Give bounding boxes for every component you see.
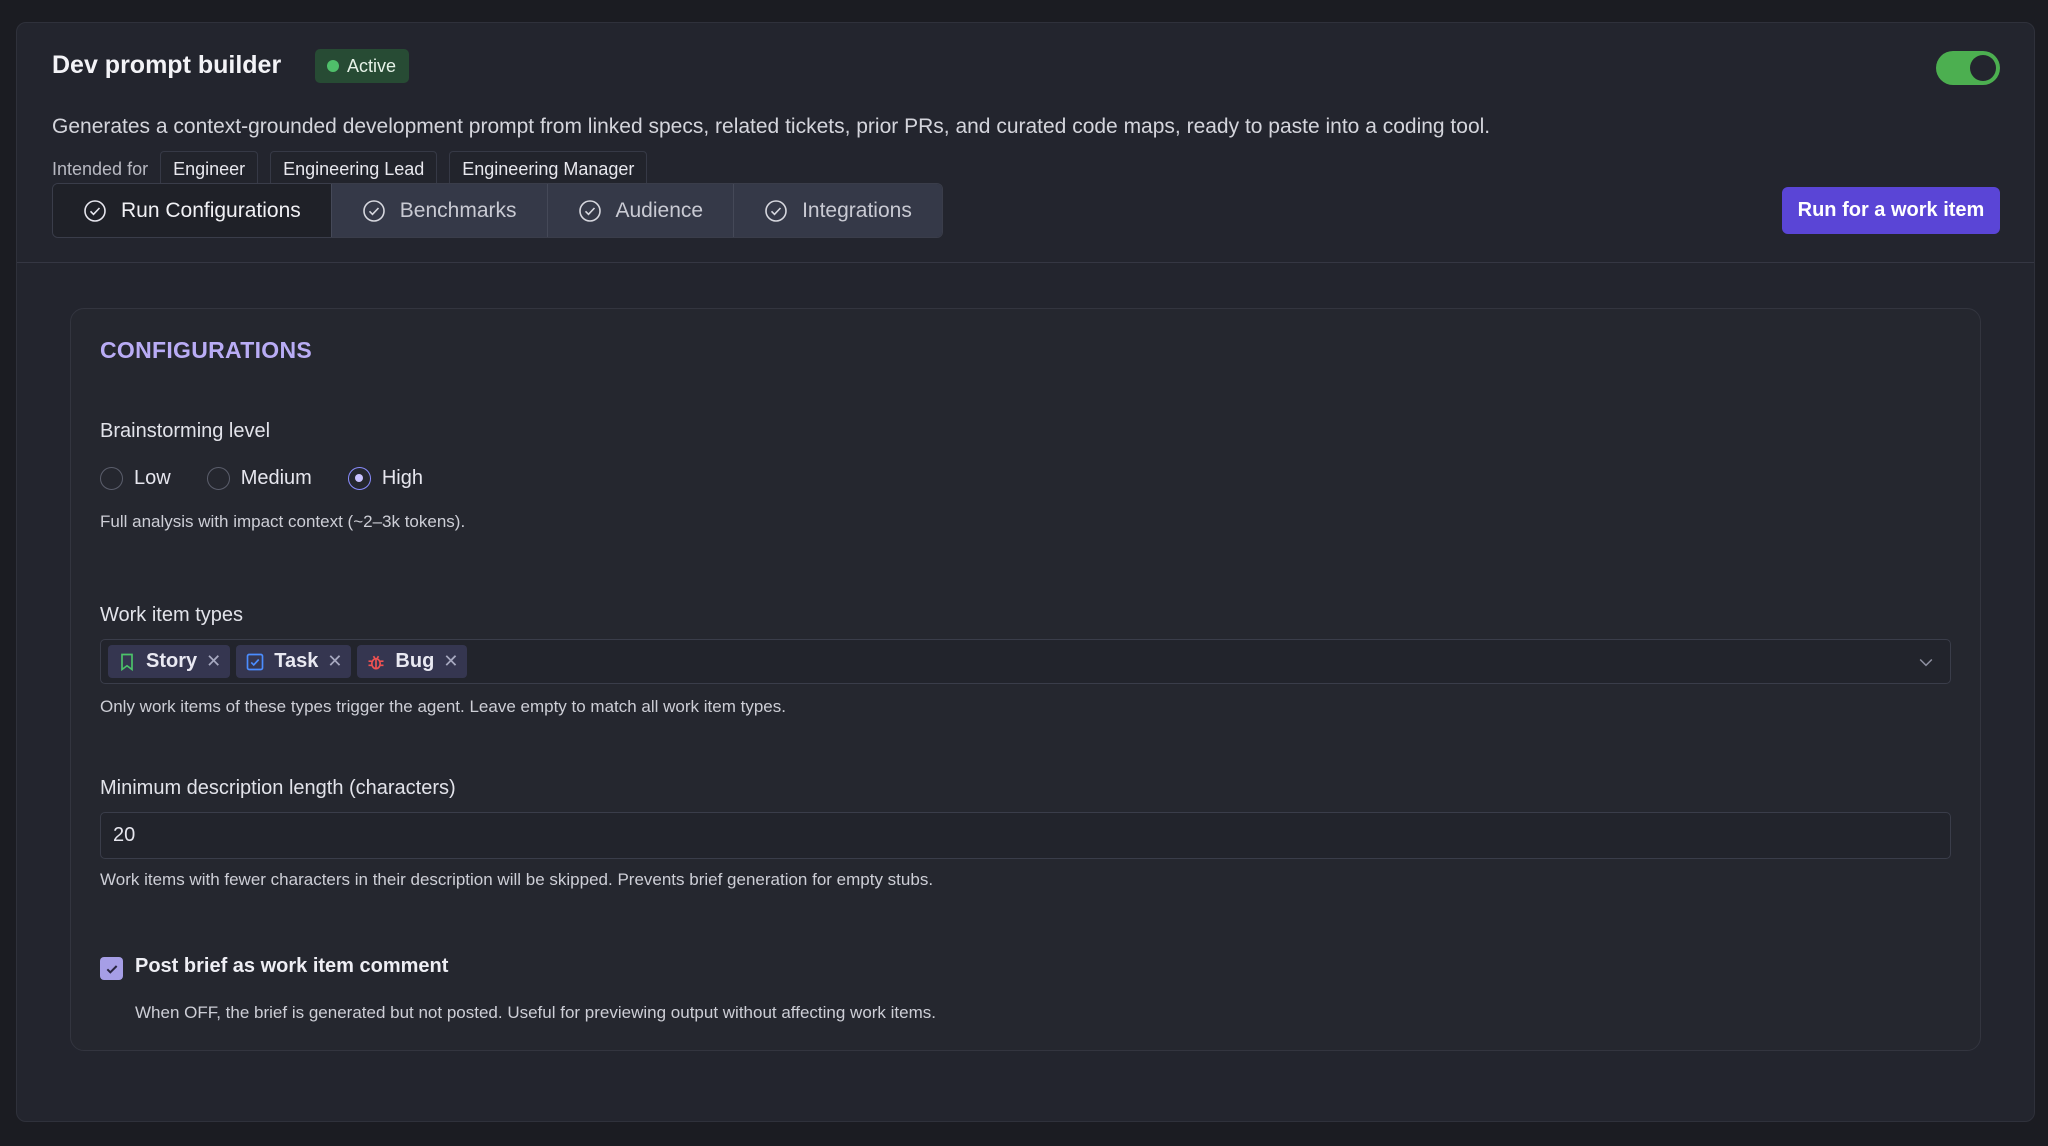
check-circle-icon bbox=[84, 199, 106, 222]
audience-chip: Engineer bbox=[160, 151, 259, 187]
tag-bug: Bug ✕ bbox=[357, 645, 468, 678]
work-item-types-select[interactable]: Story ✕ Task ✕ Bug ✕ bbox=[100, 639, 1951, 684]
post-comment-checkbox[interactable] bbox=[100, 957, 123, 980]
work-item-types-help: Only work items of these types trigger t… bbox=[100, 697, 786, 716]
min-length-help: Work items with fewer characters in thei… bbox=[100, 870, 934, 889]
work-item-types-label: Work item types bbox=[100, 604, 243, 626]
status-badge: Active bbox=[315, 49, 410, 83]
checkmark-icon bbox=[106, 964, 117, 974]
tab-integrations[interactable]: Integrations bbox=[733, 184, 942, 237]
bug-icon bbox=[368, 655, 384, 669]
check-circle-icon bbox=[362, 199, 385, 222]
post-comment-label: Post brief as work item comment bbox=[135, 955, 449, 977]
tag-task: Task ✕ bbox=[236, 645, 352, 678]
radio-high[interactable]: High bbox=[347, 467, 423, 490]
min-length-input[interactable]: 20 bbox=[100, 812, 1951, 859]
enable-toggle[interactable] bbox=[1936, 51, 2000, 85]
audience-chip: Engineering Lead bbox=[270, 151, 438, 187]
intended-for-label: Intended for bbox=[52, 158, 149, 179]
post-comment-help: When OFF, the brief is generated but not… bbox=[135, 1003, 936, 1022]
tab-label: Benchmarks bbox=[399, 198, 517, 222]
checkbox-icon bbox=[246, 653, 264, 670]
min-length-label: Minimum description length (characters) bbox=[100, 777, 456, 799]
tag-label: Story bbox=[146, 650, 198, 672]
page-title: Dev prompt builder bbox=[52, 51, 282, 79]
section-title: CONFIGURATIONS bbox=[100, 337, 313, 363]
bookmark-icon bbox=[121, 653, 133, 671]
brainstorming-label: Brainstorming level bbox=[100, 420, 271, 442]
configurations-card: CONFIGURATIONS Brainstorming level Low M… bbox=[70, 308, 1981, 1051]
tab-benchmarks[interactable]: Benchmarks bbox=[330, 184, 547, 237]
agent-header: Dev prompt builder Active Generates a co… bbox=[17, 23, 2034, 263]
radio-circle bbox=[206, 467, 230, 490]
radio-label: High bbox=[381, 467, 423, 489]
toggle-knob bbox=[1970, 55, 1996, 81]
tab-label: Integrations bbox=[802, 198, 912, 222]
tab-run-configurations[interactable]: Run Configurations bbox=[53, 184, 331, 237]
check-circle-icon bbox=[765, 199, 787, 222]
remove-tag-icon[interactable]: ✕ bbox=[443, 651, 458, 672]
brainstorming-radio-group: Low Medium High bbox=[100, 467, 423, 490]
status-dot-icon bbox=[327, 60, 339, 72]
tab-audience[interactable]: Audience bbox=[546, 184, 734, 237]
brainstorming-help: Full analysis with impact context (~2–3k… bbox=[100, 512, 466, 531]
tab-label: Run Configurations bbox=[121, 198, 301, 222]
audience-chip: Engineering Manager bbox=[449, 151, 648, 187]
chevron-down-icon[interactable] bbox=[1916, 652, 1936, 672]
radio-medium[interactable]: Medium bbox=[206, 467, 312, 490]
tag-label: Task bbox=[274, 650, 319, 672]
radio-circle bbox=[100, 467, 123, 490]
radio-label: Low bbox=[134, 467, 171, 489]
status-badge-label: Active bbox=[347, 55, 397, 76]
intended-for-row: Intended for Engineer Engineering Lead E… bbox=[52, 151, 648, 187]
remove-tag-icon[interactable]: ✕ bbox=[206, 651, 221, 672]
check-circle-icon bbox=[578, 199, 601, 222]
agent-description: Generates a context-grounded development… bbox=[52, 115, 1491, 138]
radio-circle-selected bbox=[347, 467, 371, 490]
run-for-work-item-button[interactable]: Run for a work item bbox=[1782, 187, 2000, 234]
tag-label: Bug bbox=[395, 650, 435, 672]
tab-bar: Run Configurations Benchmarks Audience I… bbox=[52, 183, 943, 238]
remove-tag-icon[interactable]: ✕ bbox=[327, 651, 342, 672]
tab-label: Audience bbox=[615, 198, 704, 222]
tag-story: Story ✕ bbox=[108, 645, 231, 678]
radio-label: Medium bbox=[240, 467, 312, 489]
radio-low[interactable]: Low bbox=[100, 467, 171, 490]
